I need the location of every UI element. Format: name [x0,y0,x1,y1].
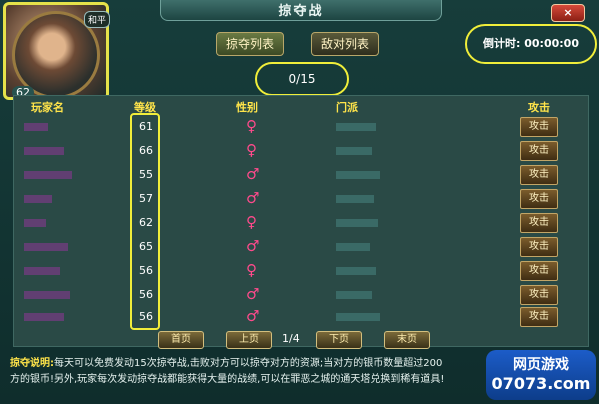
page-indicator: 1/4 [282,332,300,345]
female-icon: ♀ [246,261,257,279]
tab-enemy-list[interactable]: 敌对列表 [311,32,379,56]
sect-blurred [336,267,376,275]
player-avatar[interactable]: 和平 62 [3,2,110,100]
table-row: 56 ♀ 攻击 [20,260,558,282]
player-name-blurred [24,147,64,155]
title-bar: 掠夺战 [160,0,442,21]
sect-blurred [336,123,376,131]
countdown-value: 00:00:00 [524,37,579,50]
table-row: 57 ♂ 攻击 [20,188,558,210]
table-row: 66 ♀ 攻击 [20,140,558,162]
attack-button[interactable]: 攻击 [520,141,558,161]
last-page-button[interactable]: 末页 [384,331,430,349]
male-icon: ♂ [246,237,260,255]
player-name-blurred [24,313,64,321]
header-attack: 攻击 [528,101,550,114]
player-name-blurred [24,243,68,251]
level-column-highlight [130,113,160,330]
sect-blurred [336,219,378,227]
table-row: 62 ♀ 攻击 [20,212,558,234]
description-line1: 每天可以免费发动15次掠夺战,击败对方可以掠夺对方的资源;当对方的银币数量超过2… [54,358,443,369]
female-icon: ♀ [246,117,257,135]
plunder-count: 0/15 [255,62,349,96]
site-watermark: 网页游戏 07073.com [486,350,596,400]
attack-button[interactable]: 攻击 [520,285,558,305]
player-name-blurred [24,195,52,203]
description-key: 掠夺说明: [10,358,54,369]
attack-button[interactable]: 攻击 [520,307,558,327]
male-icon: ♂ [246,189,260,207]
player-name-blurred [24,123,48,131]
table-row: 55 ♂ 攻击 [20,164,558,186]
table-row: 65 ♂ 攻击 [20,236,558,258]
countdown-label: 倒计时: [483,37,521,50]
first-page-button[interactable]: 首页 [158,331,204,349]
sect-blurred [336,313,380,321]
attack-button[interactable]: 攻击 [520,213,558,233]
female-icon: ♀ [246,141,257,159]
window-title: 掠夺战 [278,4,324,19]
attack-button[interactable]: 攻击 [520,237,558,257]
prev-page-button[interactable]: 上页 [226,331,272,349]
description-line2: 方的银币!另外,玩家每次发动掠夺战都能获得大量的战绩,可以在罪恶之城的通天塔兑换… [10,374,445,385]
next-page-button[interactable]: 下页 [316,331,362,349]
table-row: 56 ♂ 攻击 [20,284,558,306]
attack-button[interactable]: 攻击 [520,261,558,281]
sect-blurred [336,291,372,299]
table-row: 56 ♂ 攻击 [20,306,558,328]
tab-plunder-list[interactable]: 掠夺列表 [216,32,284,56]
attack-button[interactable]: 攻击 [520,165,558,185]
table-row: 61 ♀ 攻击 [20,116,558,138]
plunder-description: 掠夺说明:每天可以免费发动15次掠夺战,击败对方可以掠夺对方的资源;当对方的银币… [10,356,510,388]
countdown-timer: 倒计时: 00:00:00 [465,24,597,64]
sect-blurred [336,195,374,203]
close-button[interactable]: × [551,4,585,22]
attack-button[interactable]: 攻击 [520,189,558,209]
header-level: 等级 [134,101,156,114]
player-name-blurred [24,267,60,275]
male-icon: ♂ [246,165,260,183]
male-icon: ♂ [246,307,260,325]
player-name-blurred [24,219,46,227]
player-name-blurred [24,291,70,299]
player-name-blurred [24,171,72,179]
watermark-line1: 网页游戏 [513,357,569,373]
sect-blurred [336,171,380,179]
sect-blurred [336,243,370,251]
header-gender: 性别 [236,101,258,114]
header-sect: 门派 [336,101,358,114]
sect-blurred [336,147,372,155]
header-name: 玩家名 [31,101,64,114]
peace-badge: 和平 [83,11,110,28]
male-icon: ♂ [246,285,260,303]
female-icon: ♀ [246,213,257,231]
attack-button[interactable]: 攻击 [520,117,558,137]
watermark-line2: 07073.com [491,374,591,393]
